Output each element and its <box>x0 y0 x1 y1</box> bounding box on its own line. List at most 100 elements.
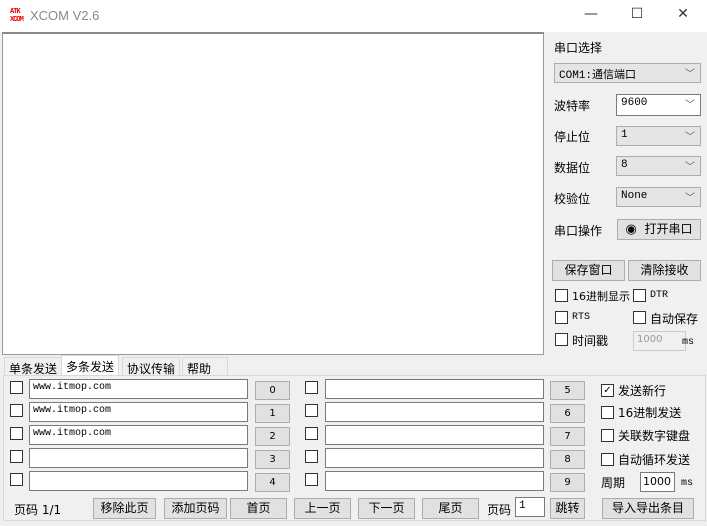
radio-dot-icon: ◉ <box>625 222 637 237</box>
send-row-button[interactable]: 8 <box>550 450 585 469</box>
import-export-button[interactable]: 导入导出条目 <box>602 498 694 519</box>
tab-protocol[interactable]: 协议传输 <box>122 357 181 376</box>
title-bar: ATK XCOM XCOM V2.6 — ☐ ✕ <box>0 0 707 32</box>
remove-page-button[interactable]: 移除此页 <box>93 498 156 519</box>
auto-loop-checkbox[interactable] <box>601 453 614 466</box>
chevron-down-icon: ﹀ <box>685 194 695 205</box>
send-input[interactable] <box>325 425 544 445</box>
send-input[interactable]: www.itmop.com <box>29 379 248 399</box>
open-port-button[interactable]: ◉ 打开串口 <box>617 219 701 240</box>
auto-save-checkbox[interactable] <box>633 311 646 324</box>
data-bits-value: 8 <box>621 159 628 171</box>
tab-help[interactable]: 帮助 <box>182 357 228 376</box>
save-window-button[interactable]: 保存窗口 <box>552 260 625 281</box>
baud-value: 9600 <box>621 97 648 109</box>
timestamp-ms-label: ms <box>682 337 695 348</box>
jump-button[interactable]: 跳转 <box>550 498 585 519</box>
app-logo-icon: ATK XCOM <box>10 8 24 24</box>
prev-page-button[interactable]: 上一页 <box>294 498 351 519</box>
send-row-button[interactable]: 6 <box>550 404 585 423</box>
send-newline-label: 发送新行 <box>618 384 667 398</box>
chevron-down-icon: ﹀ <box>685 163 695 174</box>
last-page-button[interactable]: 尾页 <box>422 498 479 519</box>
stop-bits-value: 1 <box>621 129 628 141</box>
close-button[interactable]: ✕ <box>673 6 693 26</box>
chevron-down-icon: ﹀ <box>685 70 695 81</box>
dtr-checkbox[interactable] <box>633 289 646 302</box>
receive-area[interactable] <box>2 32 544 355</box>
send-input[interactable] <box>325 402 544 422</box>
data-bits-select[interactable]: 8 ﹀ <box>616 156 701 176</box>
hex-display-checkbox[interactable] <box>555 289 568 302</box>
open-port-label: 打开串口 <box>644 222 693 236</box>
row-checkbox[interactable] <box>305 473 318 486</box>
send-row-button[interactable]: 3 <box>255 450 290 469</box>
send-input[interactable]: www.itmop.com <box>29 425 248 445</box>
period-label: 周期 <box>601 476 626 490</box>
hex-send-checkbox[interactable] <box>601 406 614 419</box>
minimize-button[interactable]: — <box>581 6 601 26</box>
baud-select[interactable]: 9600 ﹀ <box>616 94 701 116</box>
first-page-button[interactable]: 首页 <box>230 498 287 519</box>
hex-send-label: 16进制发送 <box>618 406 682 420</box>
send-row-button[interactable]: 0 <box>255 381 290 400</box>
row-checkbox[interactable] <box>305 381 318 394</box>
hex-display-label: 16进制显示 <box>572 290 630 303</box>
dtr-label: DTR <box>650 290 669 301</box>
row-checkbox[interactable] <box>305 450 318 463</box>
send-input[interactable]: www.itmop.com <box>29 402 248 422</box>
row-checkbox[interactable] <box>10 473 23 486</box>
send-row-button[interactable]: 7 <box>550 427 585 446</box>
period-input[interactable]: 1000 <box>640 472 675 492</box>
next-page-button[interactable]: 下一页 <box>358 498 415 519</box>
page-info: 页码 1/1 <box>14 503 62 517</box>
window-title: XCOM V2.6 <box>30 8 100 23</box>
clear-receive-button[interactable]: 清除接收 <box>628 260 701 281</box>
send-input[interactable] <box>29 471 248 491</box>
row-checkbox[interactable] <box>10 381 23 394</box>
data-bits-label: 数据位 <box>554 161 591 175</box>
send-row-button[interactable]: 1 <box>255 404 290 423</box>
baud-label: 波特率 <box>554 99 591 113</box>
port-select[interactable]: COM1:通信端口 ﹀ <box>554 63 701 83</box>
chevron-down-icon: ﹀ <box>685 101 695 112</box>
send-row-button[interactable]: 5 <box>550 381 585 400</box>
row-checkbox[interactable] <box>305 427 318 440</box>
timestamp-checkbox[interactable] <box>555 333 568 346</box>
send-input[interactable] <box>325 471 544 491</box>
rts-checkbox[interactable] <box>555 311 568 324</box>
send-row-button[interactable]: 4 <box>255 473 290 492</box>
timestamp-label: 时间戳 <box>572 334 609 348</box>
send-newline-checkbox[interactable]: ✓ <box>601 384 614 397</box>
chevron-down-icon: ﹀ <box>685 133 695 144</box>
page-label: 页码 <box>487 503 512 517</box>
parity-label: 校验位 <box>554 192 591 206</box>
parity-select[interactable]: None ﹀ <box>616 187 701 207</box>
row-checkbox[interactable] <box>305 404 318 417</box>
tab-multi-send[interactable]: 多条发送 <box>61 355 120 376</box>
tab-single-send[interactable]: 单条发送 <box>4 357 63 376</box>
row-checkbox[interactable] <box>10 404 23 417</box>
stop-bits-select[interactable]: 1 ﹀ <box>616 126 701 146</box>
send-input[interactable] <box>29 448 248 468</box>
stop-bits-label: 停止位 <box>554 130 591 144</box>
parity-value: None <box>621 190 648 202</box>
page-input[interactable]: 1 <box>515 497 545 517</box>
auto-save-label: 自动保存 <box>650 312 699 326</box>
send-input[interactable] <box>325 448 544 468</box>
port-value: COM1:通信端口 <box>559 70 637 82</box>
send-row-button[interactable]: 2 <box>255 427 290 446</box>
maximize-button[interactable]: ☐ <box>627 6 647 26</box>
row-checkbox[interactable] <box>10 450 23 463</box>
numpad-label: 关联数字键盘 <box>618 429 691 443</box>
rts-label: RTS <box>572 312 591 323</box>
row-checkbox[interactable] <box>10 427 23 440</box>
add-page-button[interactable]: 添加页码 <box>164 498 227 519</box>
numpad-checkbox[interactable] <box>601 429 614 442</box>
auto-loop-label: 自动循环发送 <box>618 453 691 467</box>
send-row-button[interactable]: 9 <box>550 473 585 492</box>
send-input[interactable] <box>325 379 544 399</box>
timestamp-interval-input: 1000 <box>633 331 686 351</box>
port-op-label: 串口操作 <box>554 224 603 238</box>
period-ms-label: ms <box>681 478 694 489</box>
